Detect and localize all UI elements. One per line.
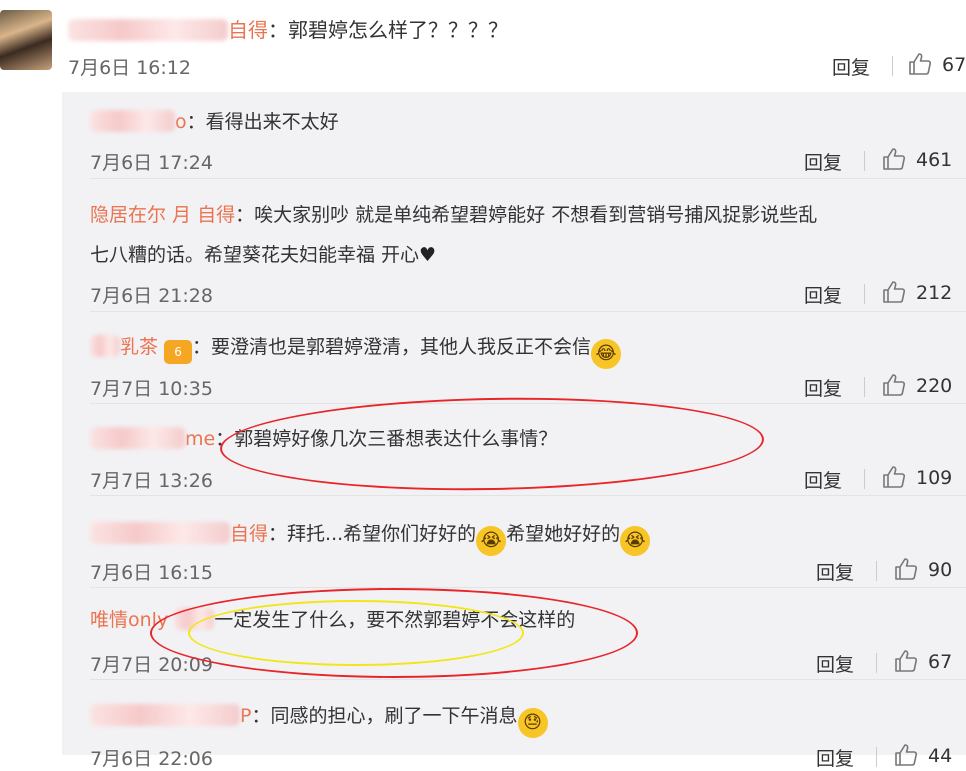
like-count: 90 (928, 559, 953, 581)
like-button[interactable]: 109 (882, 466, 952, 489)
thumb-up-icon (883, 281, 906, 303)
comment-line-2: 七八糟的话。希望葵花夫妇能幸福 开心♥ (90, 235, 436, 275)
divider (876, 561, 877, 581)
username[interactable]: 唯情only (90, 609, 168, 631)
comment-line: P：同感的担心，刷了一下午消息 😓 (90, 696, 548, 738)
list-item: 自得：拜托...希望你们好好的 😭 希望她好好的 😭 7月6日 16:15 回复 90 (62, 496, 966, 588)
reply-button[interactable]: 回复 (816, 650, 854, 677)
list-item: P：同感的担心，刷了一下午消息 😓 7月6日 22:06 回复 44 (62, 680, 966, 770)
comment-text: 唉大家别吵 就是单纯希望碧婷能好 不想看到营销号捕风捉影说些乱 (254, 204, 818, 226)
comment-text: 要澄清也是郭碧婷澄清，其他人我反正不会信 (211, 336, 592, 358)
sweat-emoji: 😓 (517, 708, 548, 738)
thumb-up-icon (895, 744, 918, 766)
laugh-cry-emoji: 😂 (591, 339, 622, 369)
comment-text-2: 希望她好好的 (506, 523, 621, 545)
comment-date: 7月7日 20:09 (90, 654, 213, 676)
comment-text: 拜托...希望你们好好的 (287, 523, 477, 545)
list-item: 隐居在尔 月 自得：唉大家别吵 就是单纯希望碧婷能好 不想看到营销号捕风捉影说些… (62, 179, 966, 312)
comment-date: 7月6日 21:28 (90, 285, 213, 307)
main-username[interactable]: 自得 (68, 18, 268, 42)
comment-text: 郭碧婷好像几次三番想表达什么事情？ (234, 428, 558, 450)
like-button[interactable]: 90 (894, 558, 952, 581)
list-item: me：郭碧婷好像几次三番想表达什么事情？ 7月7日 13:26 回复 109 (62, 404, 966, 496)
comment-date: 7月6日 22:06 (90, 748, 213, 770)
separator: ： (192, 336, 212, 358)
like-button[interactable]: 67 (908, 53, 966, 76)
like-button[interactable]: 67 (894, 650, 952, 673)
list-item: 乳茶 6 ：要澄清也是郭碧婷澄清，其他人我反正不会信 😂 7月7日 10:35 回复 … (62, 312, 966, 404)
divider (864, 377, 865, 397)
comment-line: 乳茶 6 ：要澄清也是郭碧婷澄清，其他人我反正不会信 😂 (90, 327, 622, 369)
username[interactable]: 自得 (90, 522, 268, 545)
comment-line: 隐居在尔 月 自得：唉大家别吵 就是单纯希望碧婷能好 不想看到营销号捕风捉影说些… (90, 195, 817, 235)
reply-button[interactable]: 回复 (804, 281, 842, 308)
comment-date: 7月6日 16:15 (90, 562, 213, 584)
comment-date: 7月7日 10:35 (90, 378, 213, 400)
like-count: 109 (916, 467, 953, 489)
main-comment-text: 郭碧婷怎么样了？？？？ (288, 18, 508, 42)
separator: ： (251, 705, 271, 727)
comment-text: 同感的担心，刷了一下午消息 (270, 705, 518, 727)
separator: ： (268, 523, 288, 545)
avatar[interactable] (0, 10, 52, 70)
like-button[interactable]: 220 (882, 374, 952, 397)
like-button[interactable]: 461 (882, 148, 952, 171)
divider (864, 469, 865, 489)
comment-text: 一定发生了什么，要不然郭碧婷不会这样的 (214, 609, 576, 631)
main-comment-line: 自得：郭碧婷怎么样了？？？？ (68, 14, 508, 43)
like-count: 44 (928, 745, 953, 767)
comment-line: o：看得出来不太好 (90, 102, 339, 142)
reply-button[interactable]: 回复 (804, 466, 842, 493)
comment-date: 7月6日 17:24 (90, 152, 213, 174)
like-count: 212 (916, 282, 953, 304)
like-button[interactable]: 44 (894, 744, 952, 767)
list-item: 唯情only 一定发生了什么，要不然郭碧婷不会这样的 7月7日 20:09 回复 … (62, 588, 966, 680)
thumb-up-icon (883, 466, 906, 488)
main-date: 7月6日 16:12 (68, 57, 191, 79)
sub-comments: o：看得出来不太好 7月6日 17:24 回复 461 隐居在尔 月 自得：唉大… (62, 92, 966, 770)
separator: ： (268, 18, 288, 42)
divider (864, 284, 865, 304)
comment-line: 自得：拜托...希望你们好好的 😭 希望她好好的 😭 (90, 514, 651, 556)
list-item: o：看得出来不太好 7月6日 17:24 回复 461 (62, 92, 966, 179)
divider (876, 653, 877, 673)
comment-date: 7月7日 13:26 (90, 470, 213, 492)
thumb-up-icon (895, 558, 918, 580)
separator: ： (215, 428, 235, 450)
main-comment: 自得：郭碧婷怎么样了？？？？ 7月6日 16:12 回复 67 (0, 0, 966, 92)
username[interactable]: 乳茶 (90, 335, 158, 358)
reply-button[interactable]: 回复 (832, 53, 870, 80)
vip-badge-icon: 6 (164, 340, 193, 364)
comment-line: 唯情only 一定发生了什么，要不然郭碧婷不会这样的 (90, 600, 575, 640)
comment-line: me：郭碧婷好像几次三番想表达什么事情？ (90, 419, 557, 459)
separator: ： (186, 111, 206, 133)
like-count: 67 (928, 651, 953, 673)
username[interactable]: o (90, 110, 187, 133)
thumb-up-icon (883, 374, 906, 396)
reply-button[interactable]: 回复 (804, 148, 842, 175)
thumb-up-icon (909, 53, 932, 75)
comment-text: 看得出来不太好 (205, 111, 339, 133)
thumb-up-icon (883, 148, 906, 170)
divider (892, 56, 893, 76)
reply-button[interactable]: 回复 (816, 744, 854, 771)
comment-text-2: 七八糟的话。希望葵花夫妇能幸福 开心 (90, 244, 420, 266)
like-count: 67 (942, 54, 966, 76)
divider (876, 747, 877, 767)
thumb-up-icon (895, 650, 918, 672)
username[interactable]: 隐居在尔 月 自得 (90, 204, 235, 226)
heart-icon: ♥ (419, 244, 437, 266)
username[interactable]: P (90, 704, 251, 727)
like-count: 461 (916, 149, 953, 171)
reply-button[interactable]: 回复 (804, 374, 842, 401)
divider (864, 151, 865, 171)
crying-emoji: 😭 (620, 526, 651, 556)
separator: ： (235, 204, 255, 226)
crying-emoji: 😭 (476, 526, 507, 556)
like-count: 220 (916, 375, 953, 397)
username[interactable]: me (90, 427, 215, 450)
reply-button[interactable]: 回复 (816, 558, 854, 585)
like-button[interactable]: 212 (882, 281, 952, 304)
